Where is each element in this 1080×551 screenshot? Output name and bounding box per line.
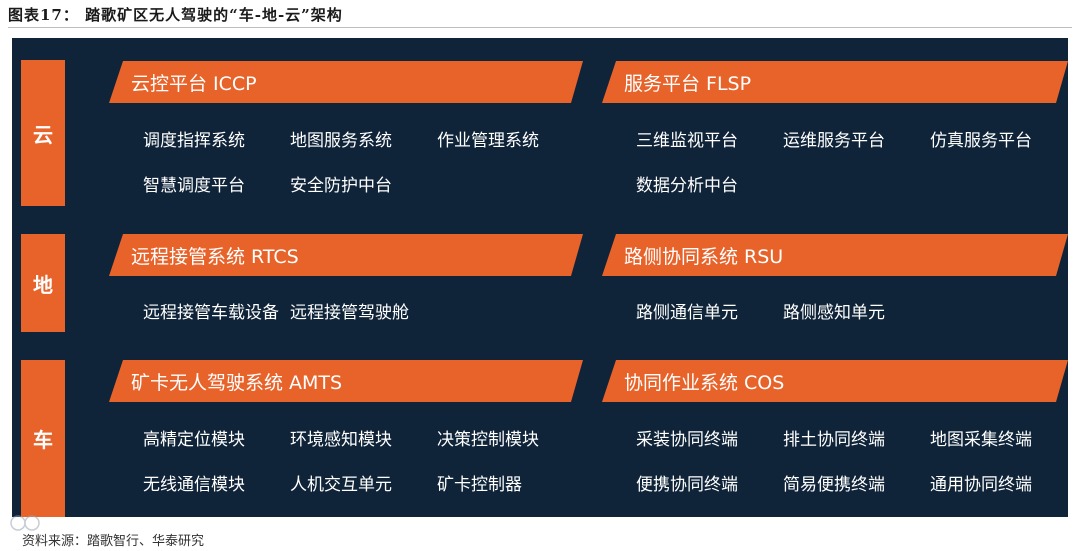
system-item: 便携协同终端 <box>636 475 738 495</box>
layer-label-cloud: 云 <box>21 60 65 206</box>
system-item: 高精定位模块 <box>143 430 245 450</box>
system-bar-rtcs: 远程接管系统 RTCS <box>109 234 583 276</box>
system-item: 路侧感知单元 <box>783 303 885 323</box>
system-item: 环境感知模块 <box>290 430 392 450</box>
system-item: 作业管理系统 <box>437 131 539 151</box>
system-item: 路侧通信单元 <box>636 303 738 323</box>
system-item: 安全防护中台 <box>290 176 392 196</box>
system-item: 通用协同终端 <box>930 475 1032 495</box>
system-item: 地图采集终端 <box>930 430 1032 450</box>
system-bar-amts: 矿卡无人驾驶系统 AMTS <box>109 360 583 402</box>
system-bar-flsp: 服务平台 FLSP <box>602 61 1068 103</box>
system-item: 数据分析中台 <box>636 176 738 196</box>
system-item: 矿卡控制器 <box>437 475 522 495</box>
system-bar-cos: 协同作业系统 COS <box>602 360 1068 402</box>
system-item: 运维服务平台 <box>783 131 885 151</box>
system-item: 三维监视平台 <box>636 131 738 151</box>
system-item: 智慧调度平台 <box>143 176 245 196</box>
layer-label-ground: 地 <box>21 234 65 332</box>
system-item: 远程接管驾驶舱 <box>290 303 409 323</box>
system-bar-iccp: 云控平台 ICCP <box>109 61 583 103</box>
layer-label-vehicle: 车 <box>21 360 65 517</box>
system-item: 人机交互单元 <box>290 475 392 495</box>
system-item: 仿真服务平台 <box>930 131 1032 151</box>
system-bar-rsu: 路侧协同系统 RSU <box>602 234 1068 276</box>
system-item: 调度指挥系统 <box>143 131 245 151</box>
title-divider <box>8 27 1072 28</box>
system-item: 采装协同终端 <box>636 430 738 450</box>
system-item: 无线通信模块 <box>143 475 245 495</box>
figure-title: 图表17： 踏歌矿区无人驾驶的“车-地-云”架构 <box>8 6 343 24</box>
system-item: 地图服务系统 <box>290 131 392 151</box>
system-item: 简易便携终端 <box>783 475 885 495</box>
source-note: 资料来源：踏歌智行、华泰研究 <box>22 534 205 549</box>
system-item: 远程接管车载设备 <box>143 303 279 323</box>
system-item: 排土协同终端 <box>783 430 885 450</box>
system-item: 决策控制模块 <box>437 430 539 450</box>
